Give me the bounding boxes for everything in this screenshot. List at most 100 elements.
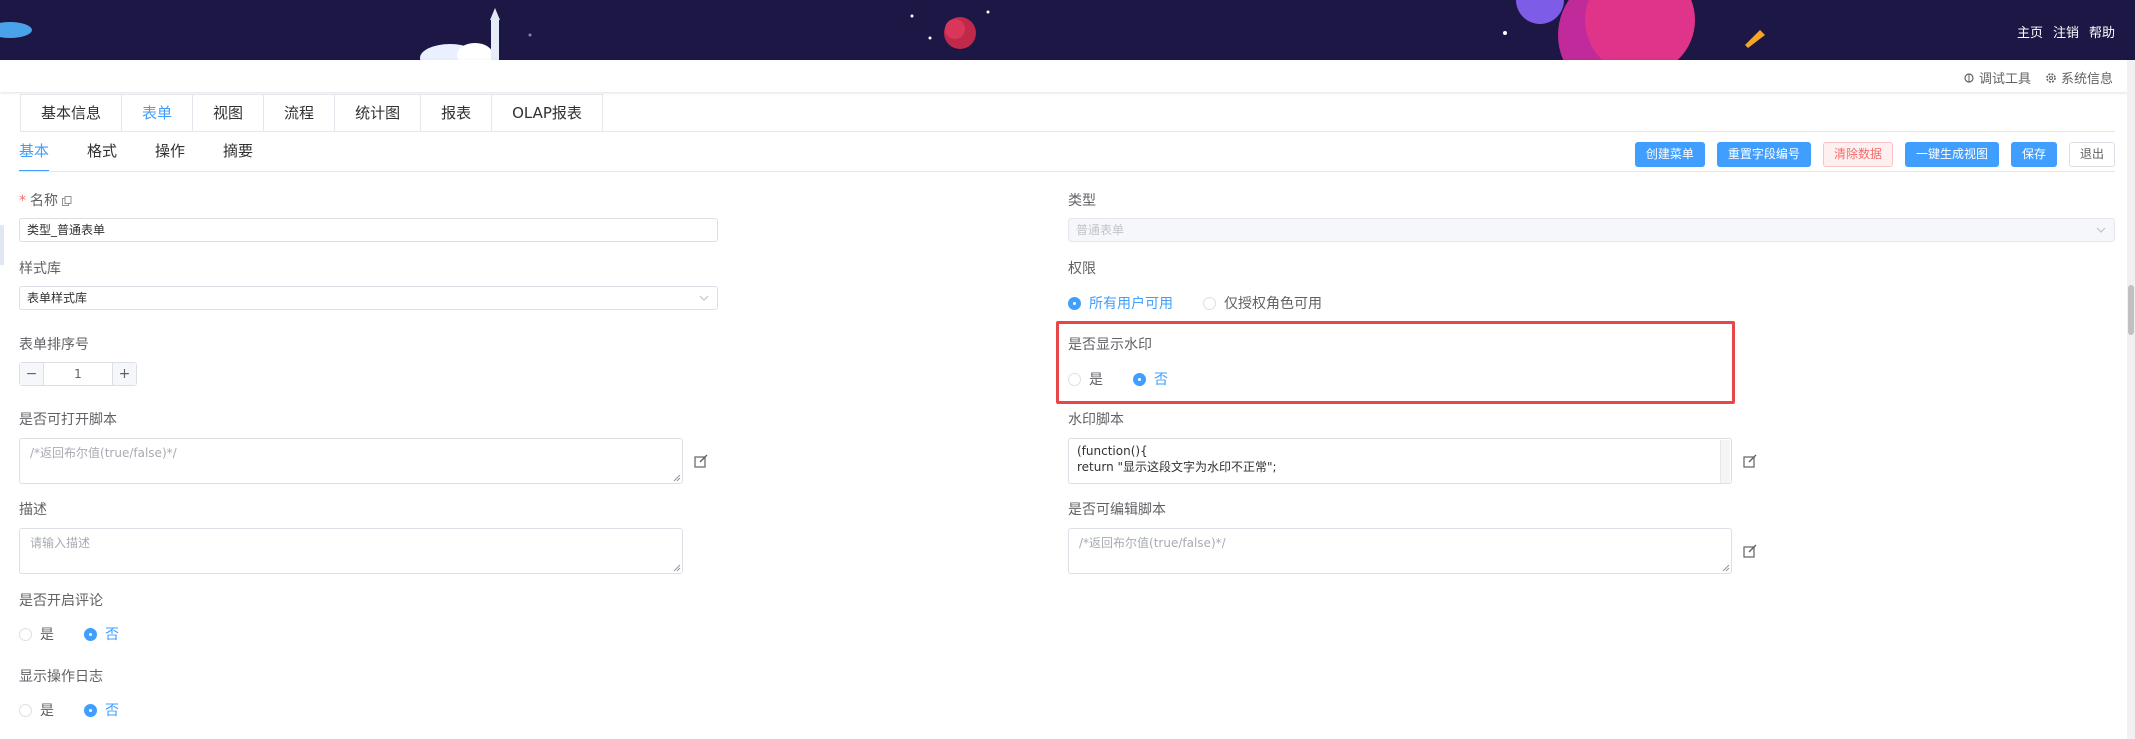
radio-label: 否 [105,627,119,643]
radio-dot [84,627,97,641]
clear-data-button[interactable]: 清除数据 [1822,142,1893,167]
watermark-script-textarea[interactable]: (function(){ return "显示这段文字为水印不正常"; [1068,438,1732,484]
name-input[interactable]: 类型_普通表单 [19,218,718,242]
watermark-yes-radio[interactable]: 是 [1068,369,1103,389]
resize-handle-icon[interactable] [673,474,681,482]
top-banner: 主页 注销 帮助 [0,0,2135,60]
tab-flow[interactable]: 流程 [264,95,336,132]
open-script-textarea[interactable]: /*返回布尔值(true/false)*/ [19,438,683,484]
code-line: return "显示这段文字为水印不正常"; [1077,460,1277,474]
permission-radio-group: 所有用户可用 仅授权角色可用 [1068,293,1352,313]
name-label: * 名称 [19,190,72,210]
radio-dot [1068,372,1081,386]
edit-script-textarea[interactable]: /*返回布尔值(true/false)*/ [1068,528,1732,574]
radio-label: 否 [105,703,119,719]
watermark-radio-group: 是 否 [1068,369,1198,389]
sort-number-stepper: − 1 + [19,362,137,386]
description-textarea[interactable]: 请输入描述 [19,528,683,574]
banner-illustration [0,0,1765,60]
reset-field-number-button[interactable]: 重置字段编号 [1716,142,1811,167]
radio-label: 仅授权角色可用 [1224,296,1322,312]
decrement-button[interactable]: − [20,363,44,385]
radio-dot [1068,296,1081,310]
edit-icon[interactable] [1743,544,1757,558]
tab-basic-info[interactable]: 基本信息 [21,95,123,132]
chevron-down-icon [699,295,709,301]
logout-link[interactable]: 注销 [2053,22,2079,41]
textarea-scrollbar[interactable] [1720,440,1730,483]
edit-script-placeholder: /*返回布尔值(true/false)*/ [1079,536,1226,550]
edit-icon[interactable] [1743,454,1757,468]
edit-icon[interactable] [694,454,708,468]
op-log-no-radio[interactable]: 否 [84,700,119,720]
help-link[interactable]: 帮助 [2089,22,2115,41]
divider [19,171,2115,172]
style-lib-label: 样式库 [19,261,61,277]
save-button[interactable]: 保存 [2010,142,2057,167]
op-log-yes-radio[interactable]: 是 [19,700,54,720]
watermark-no-radio[interactable]: 否 [1133,369,1168,389]
side-collapse-handle[interactable] [0,225,4,265]
style-lib-select[interactable]: 表单样式库 [19,286,718,310]
tab-view[interactable]: 视图 [193,95,265,132]
radio-dot [1133,372,1146,386]
radio-dot [19,627,32,641]
debug-tools-button[interactable]: 调试工具 [1963,68,2031,87]
edit-script-label: 是否可编辑脚本 [1068,502,1166,518]
resize-handle-icon[interactable] [673,564,681,572]
system-info-label: 系统信息 [2060,72,2113,87]
comment-yes-radio[interactable]: 是 [19,624,54,644]
type-value: 普通表单 [1076,223,1125,237]
radio-dot [84,703,97,717]
radio-dot [1203,296,1216,310]
permission-auth-radio[interactable]: 仅授权角色可用 [1203,293,1322,313]
type-select: 普通表单 [1068,218,2115,242]
open-script-label: 是否可打开脚本 [19,412,117,428]
action-bar: 创建菜单 重置字段编号 清除数据 一键生成视图 保存 退出 [1634,142,2115,167]
comment-label: 是否开启评论 [19,593,103,609]
tab-olap-report[interactable]: OLAP报表 [492,95,602,132]
page-scrollbar[interactable] [2127,60,2135,739]
sort-number-label: 表单排序号 [19,337,89,353]
sort-number-input[interactable]: 1 [44,363,112,385]
type-label: 类型 [1068,193,1096,209]
tab-summary[interactable]: 摘要 [223,140,253,170]
scrollbar-thumb[interactable] [2128,285,2134,335]
description-label: 描述 [19,502,47,518]
system-info-button[interactable]: 系统信息 [2045,68,2113,87]
comment-no-radio[interactable]: 否 [84,624,119,644]
gear-icon [2046,72,2056,83]
radio-label: 否 [1154,372,1168,388]
main-tabs: 基本信息 表单 视图 流程 统计图 报表 OLAP报表 [20,94,603,132]
increment-button[interactable]: + [112,363,136,385]
tab-report[interactable]: 报表 [421,95,493,132]
sub-toolbar: 调试工具 系统信息 [0,60,2135,92]
highlight-box [1056,321,1735,404]
tab-form[interactable]: 表单 [122,95,194,132]
divider [20,131,2115,132]
debug-tools-label: 调试工具 [1978,72,2031,87]
radio-label: 是 [40,627,54,643]
code-line: (function(){ [1077,444,1148,458]
op-log-label: 显示操作日志 [19,669,103,685]
home-link[interactable]: 主页 [2017,22,2043,41]
bug-icon [1964,72,1974,83]
chevron-down-icon [2096,227,2106,233]
radio-label: 所有用户可用 [1089,296,1173,312]
tab-chart[interactable]: 统计图 [335,95,422,132]
tab-operation[interactable]: 操作 [155,140,185,170]
permission-all-radio[interactable]: 所有用户可用 [1068,293,1173,313]
comment-radio-group: 是 否 [19,624,149,644]
resize-handle-icon[interactable] [1722,564,1730,572]
watermark-script-label: 水印脚本 [1068,412,1124,428]
sub-tabs: 基本 格式 操作 摘要 [19,140,253,172]
tab-format[interactable]: 格式 [87,140,117,170]
permission-label: 权限 [1068,261,1096,277]
radio-dot [19,703,32,717]
create-menu-button[interactable]: 创建菜单 [1634,142,1705,167]
description-placeholder: 请输入描述 [30,536,91,550]
tab-basic[interactable]: 基本 [19,140,50,172]
generate-view-button[interactable]: 一键生成视图 [1904,142,1999,167]
copy-icon[interactable] [62,196,72,206]
exit-button[interactable]: 退出 [2068,142,2115,167]
